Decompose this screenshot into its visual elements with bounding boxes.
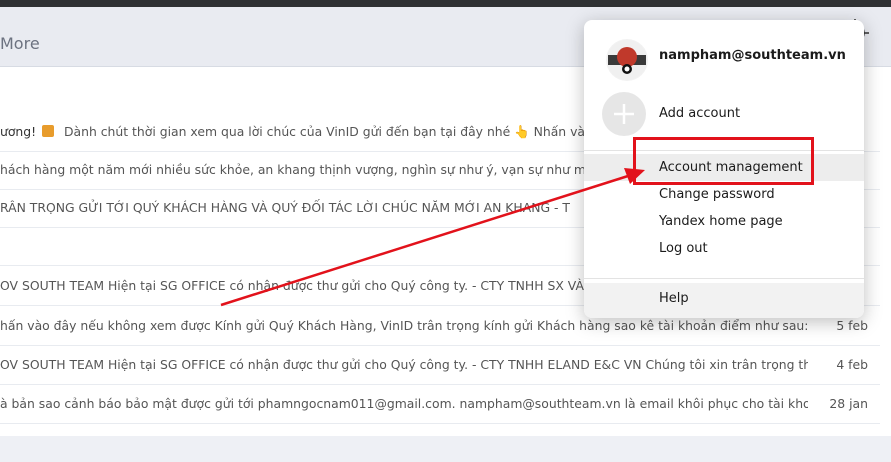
message-row[interactable]: OV SOUTH TEAM Hiện tại SG OFFICE có nhận… [0, 346, 880, 385]
team-logo-icon [607, 40, 647, 80]
message-date: 28 jan [829, 396, 868, 411]
avatar [606, 39, 648, 81]
menu-item-log-out[interactable]: Log out [584, 235, 864, 262]
account-email: nampham@southteam.vn [659, 48, 846, 63]
menu-item-yandex-home[interactable]: Yandex home page [584, 208, 864, 235]
message-snippet: à bản sao cảnh báo bảo mật được gửi tới … [0, 396, 808, 411]
add-account-link[interactable]: Add account [659, 106, 740, 121]
menu-item-help[interactable]: Help [584, 283, 864, 318]
message-date: 4 feb [836, 357, 868, 372]
gift-icon [42, 125, 55, 137]
message-snippet: OV SOUTH TEAM Hiện tại SG OFFICE có nhận… [0, 357, 808, 372]
more-button[interactable]: More [0, 34, 40, 53]
message-row[interactable] [0, 424, 880, 462]
menu-divider [584, 278, 864, 279]
add-account-icon[interactable] [602, 92, 646, 136]
top-strip [0, 0, 891, 7]
menu-item-change-password[interactable]: Change password [584, 181, 864, 208]
message-row[interactable]: à bản sao cảnh báo bảo mật được gửi tới … [0, 385, 880, 424]
highlight-box [633, 137, 814, 185]
